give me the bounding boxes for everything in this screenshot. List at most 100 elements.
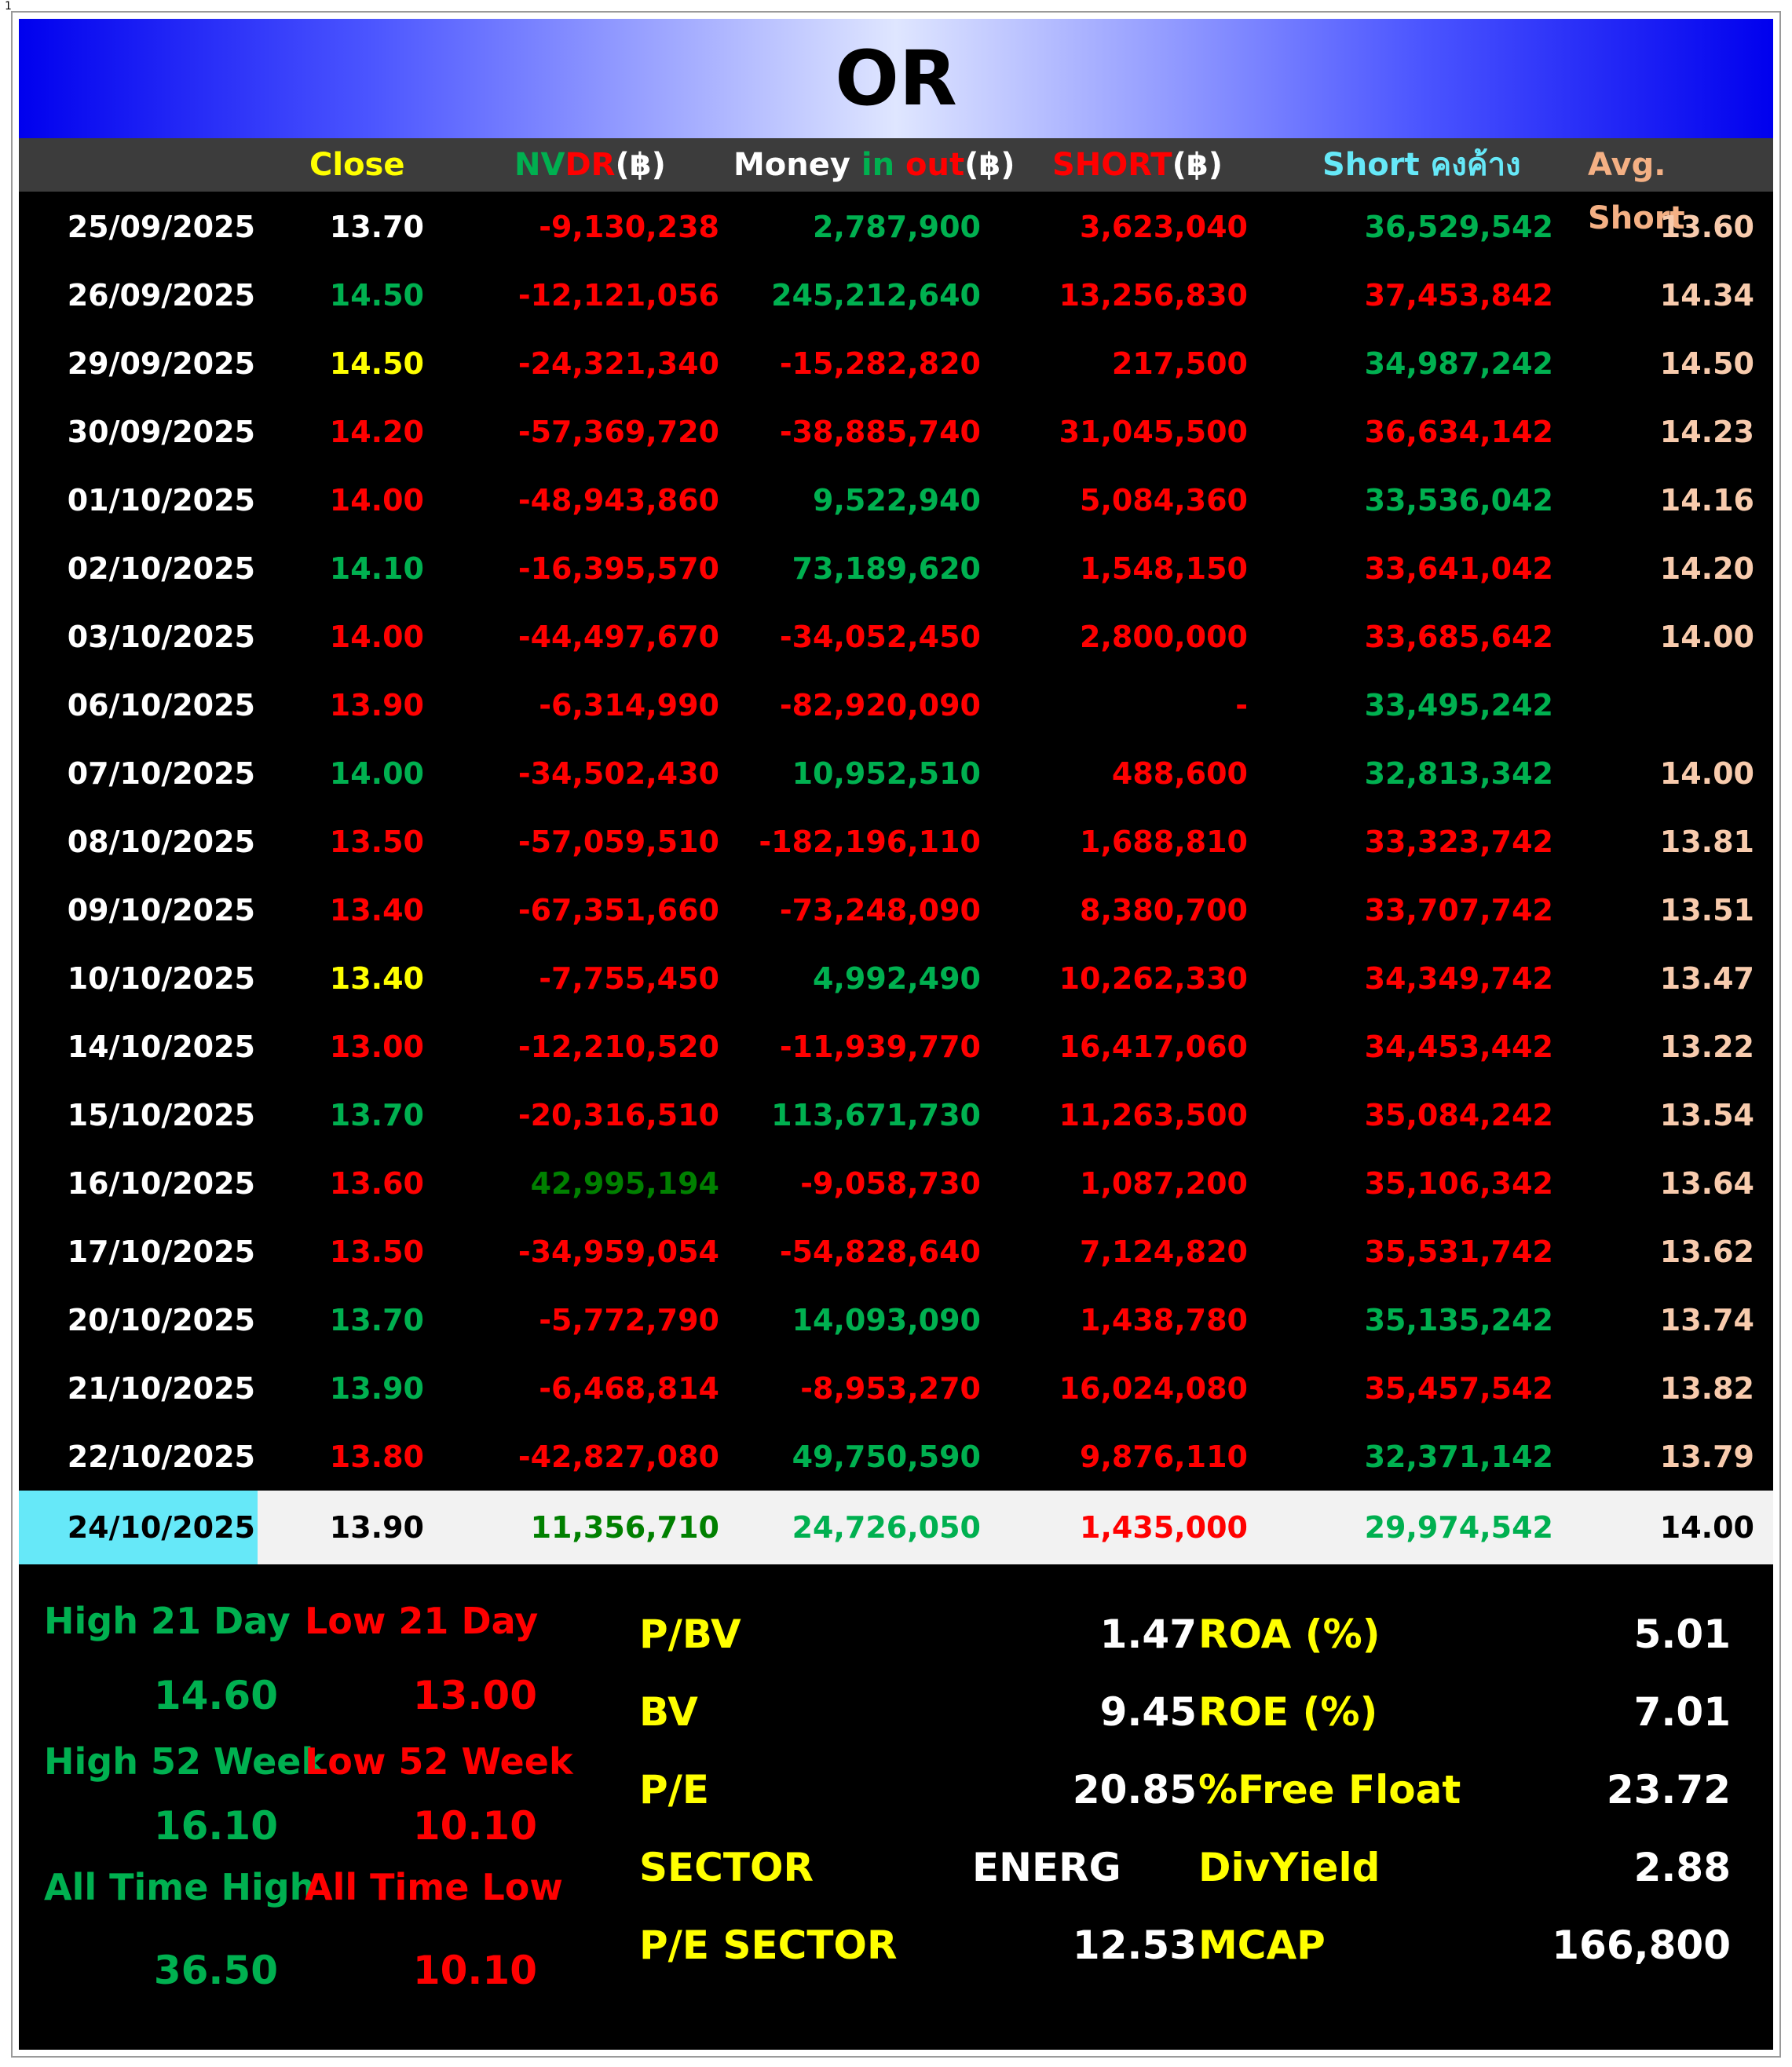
close-cell: 14.00 [329,483,424,518]
nvdr-cell: -48,943,860 [517,483,719,518]
money-flow-cell: -9,058,730 [800,1166,981,1201]
money-flow-cell: -73,248,090 [779,893,981,927]
nvdr-cell: -5,772,790 [539,1303,719,1337]
title-bar: OR [19,19,1773,138]
free-float-label: %Free Float [1198,1767,1461,1813]
short-cell: 488,600 [1111,756,1248,791]
short-cell: 11,263,500 [1059,1098,1248,1132]
latest-short-balance: 29,974,542 [1364,1510,1553,1545]
table-row: 01/10/2025 14.00 -48,943,860 9,522,940 5,084… [19,466,1773,535]
nvdr-cell: -24,321,340 [517,346,719,381]
stock-symbol-title: OR [835,35,957,123]
pe-value: 20.85 [1072,1767,1197,1813]
date-cell: 01/10/2025 [67,483,255,518]
nvdr-cell: -9,130,238 [539,210,719,244]
latest-close: 13.90 [329,1510,424,1545]
date-cell: 16/10/2025 [67,1166,255,1201]
short-balance-cell: 33,641,042 [1364,551,1553,586]
short-cell: 1,688,810 [1080,825,1248,859]
mcap-label: MCAP [1198,1922,1326,1968]
table-row: 02/10/2025 14.10 -16,395,570 73,189,620 1,54… [19,535,1773,603]
close-cell: 14.20 [329,415,424,449]
avg-short-cell: 13.54 [1659,1098,1754,1132]
money-flow-cell: 14,093,090 [792,1303,981,1337]
close-cell: 13.60 [329,1166,424,1201]
free-float-value: 23.72 [1606,1767,1731,1813]
mcap-value: 166,800 [1552,1922,1731,1968]
short-balance-cell: 33,685,642 [1364,620,1553,654]
close-cell: 13.50 [329,1235,424,1269]
close-cell: 13.80 [329,1440,424,1474]
low52-label: Low 52 Week [305,1740,573,1783]
roa-label: ROA (%) [1198,1612,1381,1657]
pbv-label: P/BV [639,1612,741,1657]
money-flow-cell: 113,671,730 [771,1098,981,1132]
avg-short-cell: 14.23 [1659,415,1754,449]
close-cell: 13.70 [329,1303,424,1337]
pe-sector-label: P/E SECTOR [639,1922,898,1968]
avg-short-cell: 14.50 [1659,346,1754,381]
avg-short-cell: 14.34 [1659,278,1754,313]
pe-sector-value: 12.53 [1072,1922,1197,1968]
table-row: 25/09/2025 13.70 -9,130,238 2,787,900 3,623,… [19,193,1773,262]
ath-label: All Time High [44,1866,316,1908]
close-cell: 14.10 [329,551,424,586]
sector-value: ENERG [972,1845,1121,1890]
avg-short-cell: 14.20 [1659,551,1754,586]
header-short: SHORT(฿) [1052,147,1223,183]
close-cell: 13.70 [329,210,424,244]
money-flow-cell: -54,828,640 [779,1235,981,1269]
date-cell: 30/09/2025 [67,415,255,449]
close-cell: 13.50 [329,825,424,859]
date-cell: 22/10/2025 [67,1440,255,1474]
table-row: 14/10/2025 13.00 -12,210,520 -11,939,770 16,… [19,1013,1773,1081]
avg-short-cell: 13.62 [1659,1235,1754,1269]
table-row: 17/10/2025 13.50 -34,959,054 -54,828,640 7,1… [19,1218,1773,1286]
short-balance-cell: 32,813,342 [1364,756,1553,791]
nvdr-cell: -34,959,054 [517,1235,719,1269]
bv-label: BV [639,1689,698,1735]
header-close: Close [309,147,405,183]
money-flow-cell: -38,885,740 [779,415,981,449]
money-flow-cell: -15,282,820 [779,346,981,381]
short-cell: 217,500 [1111,346,1248,381]
close-cell: 13.40 [329,893,424,927]
close-cell: 14.00 [329,620,424,654]
short-balance-cell: 35,135,242 [1364,1303,1553,1337]
atl-label: All Time Low [305,1866,563,1908]
money-flow-cell: 10,952,510 [792,756,981,791]
header-short-balance: Short คงค้าง [1322,147,1521,183]
avg-short-cell: 14.00 [1659,756,1754,791]
short-balance-cell: 35,084,242 [1364,1098,1553,1132]
ath-value: 36.50 [153,1948,278,1993]
date-cell: 09/10/2025 [67,893,255,927]
table-row: 20/10/2025 13.70 -5,772,790 14,093,090 1,438… [19,1286,1773,1355]
nvdr-cell: 42,995,194 [530,1166,719,1201]
date-cell: 08/10/2025 [67,825,255,859]
latest-avg-short: 14.00 [1659,1510,1754,1545]
date-cell: 26/09/2025 [67,278,255,313]
nvdr-cell: -6,314,990 [539,688,719,723]
avg-short-cell: 13.60 [1659,210,1754,244]
short-cell: 16,417,060 [1059,1030,1248,1064]
table-row: 03/10/2025 14.00 -44,497,670 -34,052,450 2,8… [19,603,1773,671]
money-flow-cell: 4,992,490 [813,961,981,996]
date-cell: 03/10/2025 [67,620,255,654]
high21-value: 14.60 [153,1673,278,1718]
money-flow-cell: -8,953,270 [800,1371,981,1406]
date-cell: 21/10/2025 [67,1371,255,1406]
date-cell: 07/10/2025 [67,756,255,791]
close-cell: 13.70 [329,1098,424,1132]
table-row: 08/10/2025 13.50 -57,059,510 -182,196,110 1,… [19,808,1773,876]
short-balance-cell: 33,323,742 [1364,825,1553,859]
table-row: 22/10/2025 13.80 -42,827,080 49,750,590 9,87… [19,1423,1773,1491]
avg-short-cell: 13.64 [1659,1166,1754,1201]
table-row: 06/10/2025 13.90 -6,314,990 -82,920,090 - 33,… [19,671,1773,740]
avg-short-cell: 13.22 [1659,1030,1754,1064]
header-avg-short: Avg. Short [1588,147,1685,236]
nvdr-cell: -34,502,430 [517,756,719,791]
money-flow-cell: -34,052,450 [779,620,981,654]
column-header-row: Close NVDR(฿) Money in out(฿) SHORT(฿) S… [19,138,1773,236]
avg-short-cell [1558,671,1754,740]
header-nvdr: NVDR(฿) [514,147,666,183]
